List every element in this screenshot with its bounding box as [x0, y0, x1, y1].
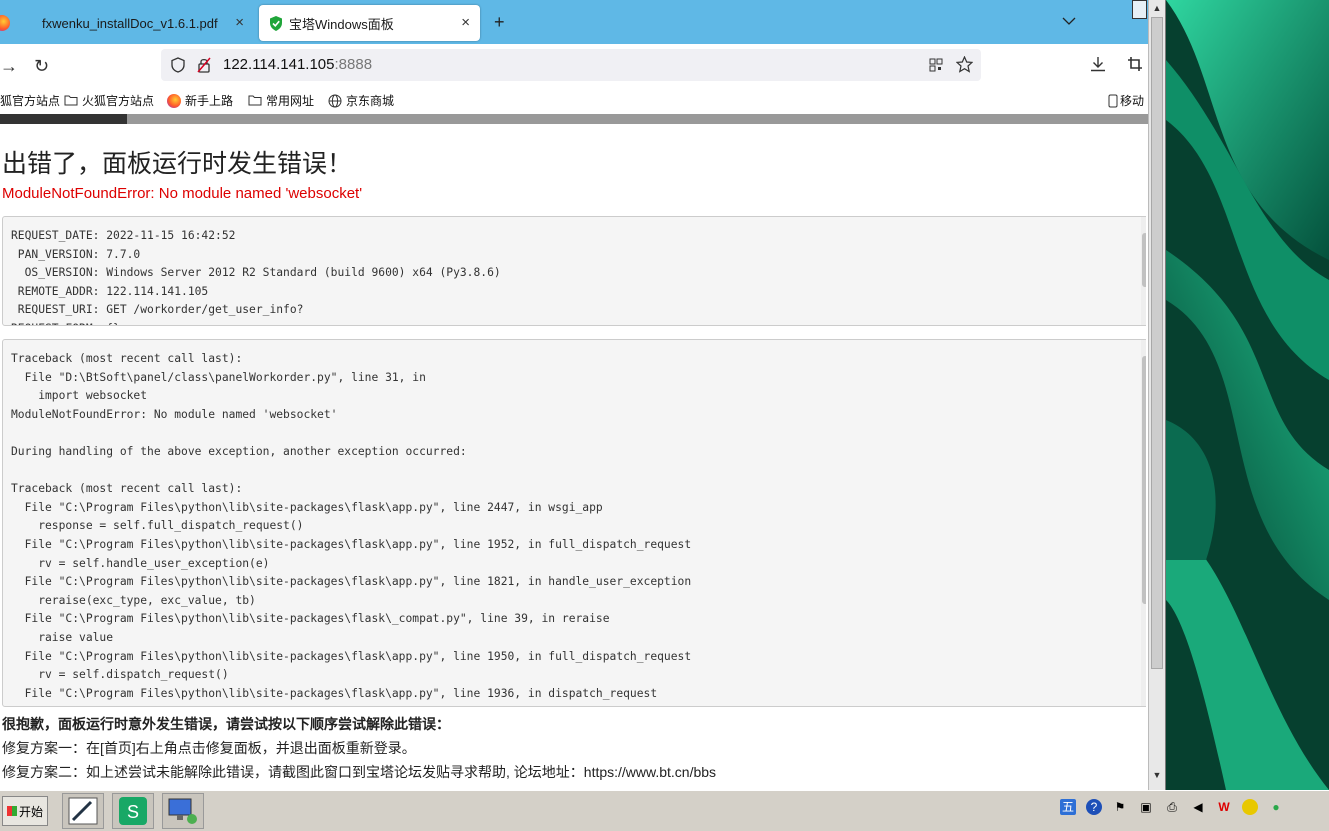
fix-option-1: 修复方案一：在[首页]右上角点击修复面板，并退出面板重新登录。 [2, 740, 416, 756]
help-icon[interactable]: ? [1086, 799, 1102, 815]
traceback-box[interactable]: Traceback (most recent call last): File … [2, 339, 1146, 707]
printer-icon[interactable]: ⎙ [1164, 799, 1180, 815]
scrollbar-thumb[interactable] [1142, 233, 1146, 287]
mobile-bookmarks[interactable]: 移动 [1108, 92, 1144, 109]
folder-icon [248, 95, 262, 106]
bookmark-label: 京东商城 [346, 94, 395, 108]
tab-title: fxwenku_installDoc_v1.6.1.pdf [42, 15, 218, 31]
folder-icon [64, 95, 78, 106]
insecure-lock-icon[interactable] [197, 57, 211, 73]
wps-s-icon: S [119, 797, 147, 825]
bookmark-label: 常用网址 [266, 94, 315, 108]
screenshot-crop-icon[interactable] [1127, 56, 1143, 72]
error-message: ModuleNotFoundError: No module named 'we… [2, 185, 363, 202]
bookmark-label: 火狐官方站点 [82, 94, 155, 108]
windows-logo-icon [7, 806, 17, 816]
bookmark-item[interactable]: 新手上路 [167, 92, 233, 109]
bookmark-item[interactable]: 京东商城 [328, 92, 394, 109]
nav-toolbar: → ↻ 122.114.141.105:8888 [0, 44, 1165, 86]
bookmarks-bar: 狐官方站点 火狐官方站点 新手上路 常用网址 京东商城 移动 [0, 86, 1165, 114]
taskbar-app-editor[interactable] [62, 793, 104, 829]
network-icon[interactable]: ▣ [1138, 799, 1154, 815]
firefox-icon [0, 15, 10, 31]
url-bar[interactable]: 122.114.141.105:8888 [161, 49, 981, 81]
taskbar: 开始 S 五 ? ⚑ ▣ ⎙ ◀ W ● [0, 790, 1329, 831]
wps-w-icon[interactable]: W [1216, 799, 1232, 815]
page-title: 出错了，面板运行时发生错误！ [2, 150, 353, 178]
scroll-up-arrow-icon[interactable]: ▲ [1149, 0, 1165, 16]
request-info-text: REQUEST_DATE: 2022-11-15 16:42:52 PAN_VE… [11, 229, 501, 325]
scrollbar-thumb[interactable] [1151, 17, 1163, 669]
tray-app-icon[interactable] [1242, 799, 1258, 815]
traceback-scrollbar[interactable] [1141, 340, 1146, 706]
scrollbar-thumb[interactable] [1142, 356, 1146, 604]
wechat-icon[interactable]: ● [1268, 799, 1284, 815]
request-info-box[interactable]: REQUEST_DATE: 2022-11-15 16:42:52 PAN_VE… [2, 216, 1146, 326]
traceback-text: Traceback (most recent call last): File … [11, 352, 692, 700]
globe-icon [328, 94, 342, 107]
download-icon[interactable] [1090, 56, 1106, 72]
close-tab-icon[interactable]: × [235, 14, 244, 31]
bt-shield-icon [270, 16, 282, 31]
tips-heading: 很抱歉，面板运行时意外发生错误，请尝试按以下顺序尝试解除此错误： [2, 716, 450, 732]
bookmark-label: 移动 [1120, 94, 1145, 108]
bookmark-label: 新手上路 [185, 94, 234, 108]
new-tab-button[interactable]: + [494, 12, 505, 33]
start-button[interactable]: 开始 [2, 796, 48, 826]
flag-icon[interactable]: ⚑ [1112, 799, 1128, 815]
shield-icon[interactable] [171, 57, 185, 73]
progress-fill [0, 114, 127, 124]
forward-button[interactable]: → [0, 56, 18, 77]
desktop-wallpaper [1166, 0, 1329, 790]
bookmark-item[interactable]: 狐官方站点 [0, 92, 60, 109]
start-label: 开始 [19, 804, 44, 819]
window-control-icon[interactable] [1132, 0, 1147, 19]
system-tray: 五 ? ⚑ ▣ ⎙ ◀ W ● [1060, 799, 1284, 815]
browser-window: fxwenku_installDoc_v1.6.1.pdf × 宝塔Window… [0, 0, 1166, 790]
page-scrollbar[interactable]: ▲ ▼ [1148, 0, 1165, 790]
tab-strip: fxwenku_installDoc_v1.6.1.pdf × 宝塔Window… [0, 0, 1165, 44]
firefox-icon [167, 93, 181, 108]
bookmark-item[interactable]: 常用网址 [248, 92, 314, 109]
scroll-down-arrow-icon[interactable]: ▼ [1149, 767, 1165, 783]
tab-bt-panel[interactable]: 宝塔Windows面板 × [259, 5, 480, 41]
fix-option-2: 修复方案二：如上述尝试未能解除此错误，请截图此窗口到宝塔论坛发贴寻求帮助, 论坛… [2, 764, 717, 780]
close-tab-icon[interactable]: × [461, 14, 470, 31]
bookmark-label: 狐官方站点 [0, 94, 61, 108]
chevron-down-icon[interactable] [1062, 14, 1076, 28]
leaf-wallpaper-image [1166, 0, 1329, 790]
pencil-icon [68, 797, 98, 825]
qr-code-icon[interactable] [929, 58, 943, 72]
volume-muted-icon[interactable]: ◀ [1190, 799, 1206, 815]
taskbar-app-wps[interactable]: S [112, 793, 154, 829]
tab-title: 宝塔Windows面板 [289, 16, 394, 32]
troubleshoot-tips: 很抱歉，面板运行时意外发生错误，请尝试按以下顺序尝试解除此错误： 修复方案一：在… [2, 712, 716, 784]
page-load-progress [0, 114, 1150, 124]
reload-button[interactable]: ↻ [34, 56, 49, 77]
request-info-scrollbar[interactable] [1141, 217, 1146, 325]
bookmark-item[interactable]: 火狐官方站点 [64, 92, 154, 109]
page-content: 出错了，面板运行时发生错误！ ModuleNotFoundError: No m… [0, 124, 1146, 784]
ime-indicator[interactable]: 五 [1060, 799, 1076, 815]
taskbar-app-remote[interactable] [162, 793, 204, 829]
tab-pdf[interactable]: fxwenku_installDoc_v1.6.1.pdf × [28, 5, 254, 41]
svg-text:S: S [127, 802, 139, 822]
bookmark-star-icon[interactable] [956, 56, 973, 73]
mobile-icon [1108, 94, 1118, 107]
remote-desktop-icon [168, 798, 197, 824]
url-text[interactable]: 122.114.141.105:8888 [223, 56, 372, 73]
